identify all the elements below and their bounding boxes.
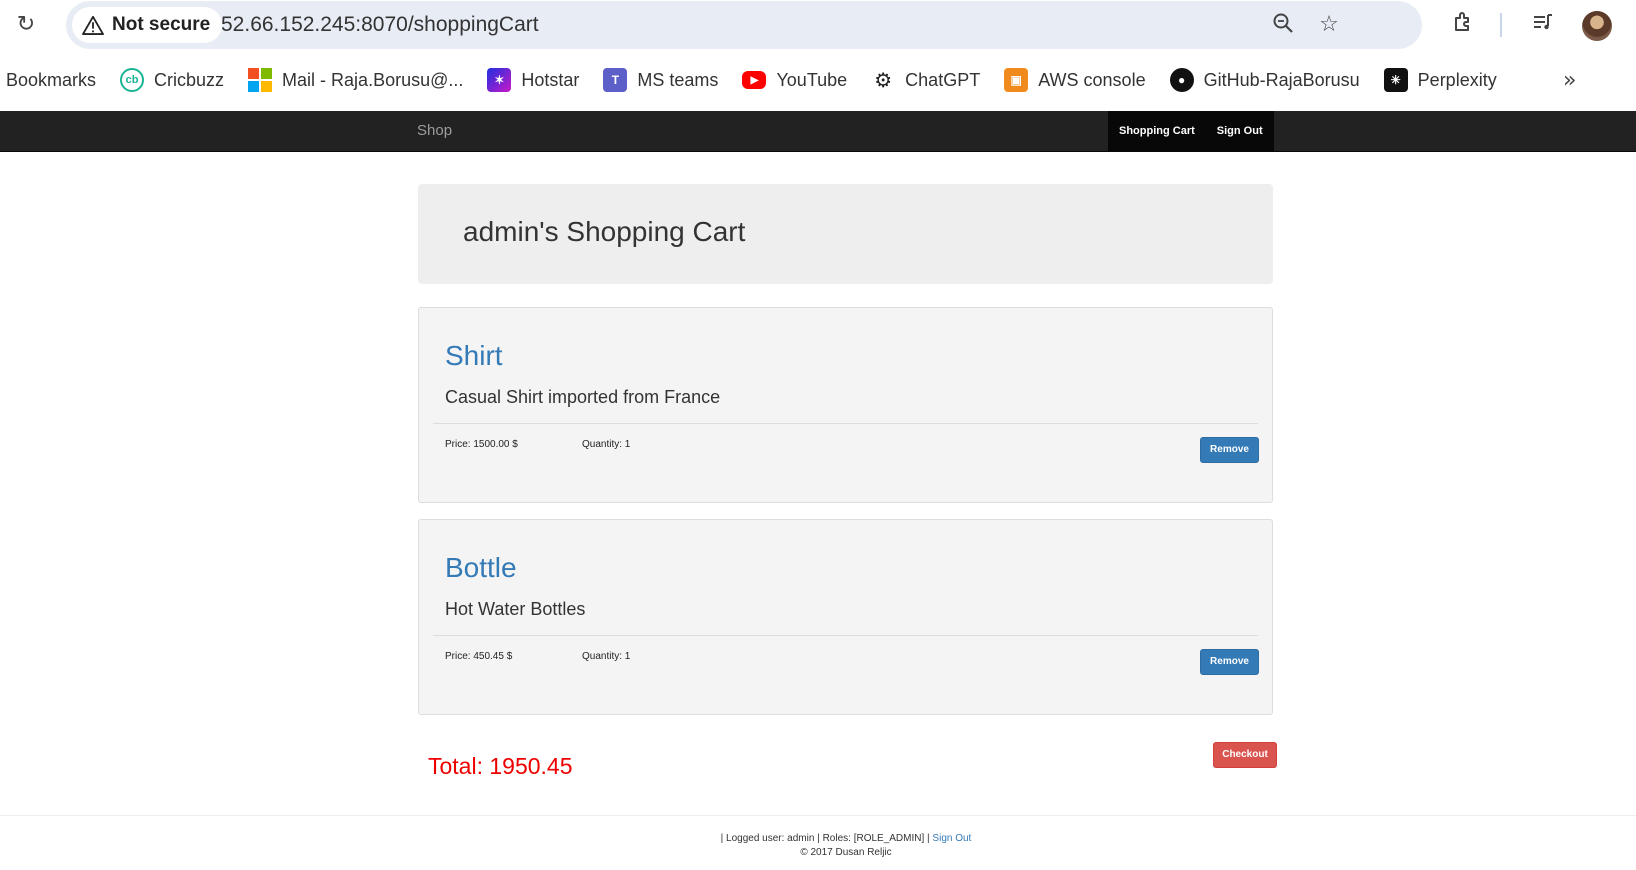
microsoft-icon (248, 68, 273, 92)
extensions-icon[interactable] (1449, 10, 1477, 38)
cart-header: admin's Shopping Cart (418, 184, 1273, 284)
browser-toolbar: ↻ Not secure 52.66.152.245:8070/shopping… (0, 0, 1636, 50)
footer-divider (0, 815, 1636, 816)
bookmarks-label[interactable]: Bookmarks (6, 70, 96, 91)
bookmark-aws[interactable]: ▣ AWS console (1004, 68, 1146, 92)
product-description: Casual Shirt imported from France (445, 387, 721, 407)
url-text[interactable]: 52.66.152.245:8070/shoppingCart (221, 13, 539, 37)
nav-sign-out[interactable]: Sign Out (1206, 111, 1274, 152)
product-title[interactable]: Shirt (445, 340, 503, 372)
hotstar-icon: ✶ (487, 68, 512, 92)
divider (433, 635, 1258, 636)
security-label: Not secure (112, 14, 211, 35)
zoom-icon[interactable] (1269, 11, 1297, 39)
bookmark-hotstar[interactable]: ✶ Hotstar (487, 68, 579, 92)
brand-link[interactable]: Shop (417, 122, 452, 139)
cart-total: Total: 1950.45 (428, 753, 573, 779)
cricbuzz-icon: cb (120, 68, 145, 92)
toolbar-divider (1500, 13, 1502, 37)
nav-links: Shopping Cart Sign Out (1108, 111, 1274, 152)
product-price: Price: 450.45 $ (445, 651, 513, 662)
bookmark-msteams[interactable]: T MS teams (603, 68, 718, 92)
footer-sign-out-link[interactable]: Sign Out (932, 833, 971, 844)
bookmark-chatgpt[interactable]: ⚙ ChatGPT (871, 68, 980, 92)
youtube-icon: ▶ (742, 71, 767, 89)
nav-shopping-cart[interactable]: Shopping Cart (1108, 111, 1206, 152)
reload-icon[interactable]: ↻ (13, 12, 39, 38)
product-quantity: Quantity: 1 (582, 439, 631, 450)
remove-button[interactable]: Remove (1200, 437, 1259, 463)
bookmark-mail[interactable]: Mail - Raja.Borusu@... (248, 68, 463, 92)
profile-avatar[interactable] (1582, 11, 1612, 41)
product-description: Hot Water Bottles (445, 599, 586, 619)
footer: | Logged user: admin | Roles: [ROLE_ADMI… (0, 832, 1636, 860)
bookmarks-bar: Bookmarks cb Cricbuzz Mail - Raja.Borusu… (0, 58, 1636, 102)
bookmark-star-icon[interactable]: ☆ (1315, 11, 1343, 39)
site-navbar: Shop Shopping Cart Sign Out (0, 111, 1636, 152)
chatgpt-icon: ⚙ (871, 68, 896, 92)
more-bookmarks-icon[interactable]: » (1563, 68, 1576, 93)
bookmark-perplexity[interactable]: ✳ Perplexity (1383, 68, 1497, 92)
cart-item: Shirt Casual Shirt imported from France … (418, 307, 1273, 503)
page-title: admin's Shopping Cart (463, 216, 746, 247)
teams-icon: T (603, 68, 628, 92)
product-price: Price: 1500.00 $ (445, 439, 518, 450)
cart-item: Bottle Hot Water Bottles Price: 450.45 $… (418, 519, 1273, 715)
aws-icon: ▣ (1004, 68, 1029, 92)
product-quantity: Quantity: 1 (582, 651, 631, 662)
footer-user-line: | Logged user: admin | Roles: [ROLE_ADMI… (0, 832, 1636, 846)
footer-copyright: © 2017 Dusan Reljic (800, 847, 892, 858)
footer-user-info: | Logged user: admin | Roles: [ROLE_ADMI… (720, 833, 930, 844)
bookmark-youtube[interactable]: ▶ YouTube (742, 70, 847, 91)
perplexity-icon: ✳ (1383, 68, 1408, 92)
remove-button[interactable]: Remove (1200, 649, 1259, 675)
media-control-icon[interactable] (1529, 10, 1557, 38)
warning-icon (82, 15, 104, 35)
divider (433, 423, 1258, 424)
bookmark-cricbuzz[interactable]: cb Cricbuzz (120, 68, 224, 92)
checkout-button[interactable]: Checkout (1213, 742, 1277, 768)
security-chip[interactable]: Not secure (72, 7, 223, 43)
github-icon: ● (1169, 68, 1194, 92)
bookmark-github[interactable]: ● GitHub-RajaBorusu (1169, 68, 1360, 92)
product-title[interactable]: Bottle (445, 552, 517, 584)
address-bar[interactable]: Not secure 52.66.152.245:8070/shoppingCa… (66, 1, 1422, 49)
